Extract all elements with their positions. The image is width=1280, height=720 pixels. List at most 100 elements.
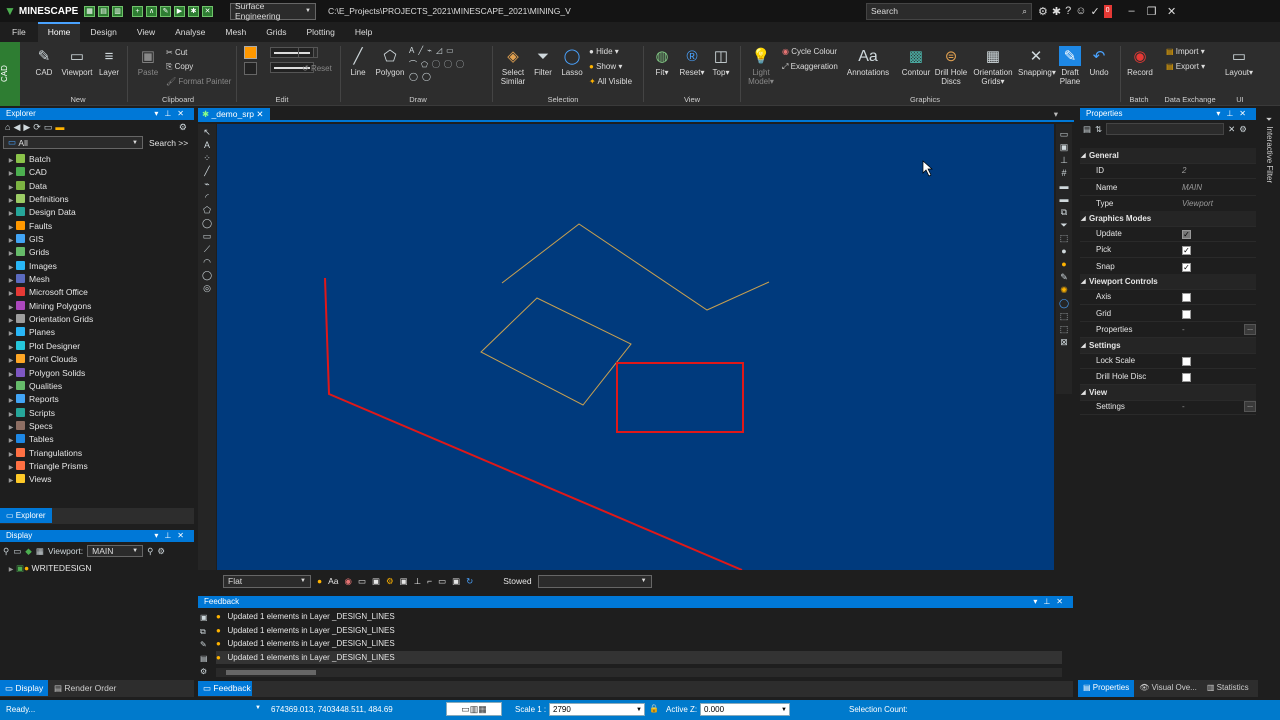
new-icon[interactable]: ▦ xyxy=(84,5,95,17)
text-icon[interactable]: A xyxy=(200,139,214,152)
gear-icon[interactable]: ⚙ xyxy=(1239,124,1247,135)
line-button[interactable]: ╱ Line xyxy=(346,46,370,78)
orange-sphere-icon[interactable]: ● xyxy=(1057,258,1071,271)
snapping-button[interactable]: ✕ Snapping▾ xyxy=(1018,46,1056,78)
pattern-select[interactable] xyxy=(298,47,318,58)
explorer-search-link[interactable]: Search >> xyxy=(149,138,188,148)
feedback-hscrollbar[interactable] xyxy=(216,668,1062,677)
grid-checkbox[interactable] xyxy=(1182,310,1191,319)
select-view-icon[interactable]: ⬚ xyxy=(1057,232,1071,245)
cad-button[interactable]: ✎ CAD xyxy=(30,46,58,78)
reset-view-button[interactable]: ® Reset▾ xyxy=(678,46,706,78)
layout-view-toggle[interactable]: ▭▥▦ xyxy=(446,702,502,716)
dropdown-icon[interactable]: ▾ xyxy=(1033,597,1043,606)
corner-icon[interactable]: ⌐ xyxy=(427,576,432,586)
pin-icon[interactable]: ⊥ xyxy=(1043,597,1056,606)
save-icon[interactable]: ▥ xyxy=(112,5,123,17)
copy-view-icon[interactable]: ⧉ xyxy=(1057,206,1071,219)
explorer-item-grids[interactable]: ▶ Grids xyxy=(6,246,194,259)
explorer-filter-select[interactable]: ▭ All ▼ xyxy=(3,136,143,149)
fill-swatch[interactable] xyxy=(244,62,257,75)
axis-icon[interactable]: ⊥ xyxy=(1057,154,1071,167)
annotations-button[interactable]: Aa Annotations xyxy=(845,46,891,77)
pointer-icon[interactable]: ↖ xyxy=(200,126,214,139)
gear-icon[interactable]: ⚙ xyxy=(179,122,190,133)
copy-button[interactable]: ⎘ Copy xyxy=(166,62,193,72)
show-button[interactable]: ● Show ▾ xyxy=(589,62,622,71)
layer-button[interactable]: ≡ Layer xyxy=(96,46,122,78)
fit-button[interactable]: ◍ Fit▾ xyxy=(649,46,675,78)
screen-edit-icon[interactable]: ▣ xyxy=(1057,141,1071,154)
close-icon[interactable]: ✕ xyxy=(1239,109,1252,118)
add-icon[interactable]: + xyxy=(132,5,143,17)
filter-button[interactable]: ⏷ Filter xyxy=(530,46,556,78)
menu-help[interactable]: Help xyxy=(345,22,382,42)
explorer-item-mesh[interactable]: ▶ Mesh xyxy=(6,273,194,286)
viewport-canvas[interactable] xyxy=(217,124,1054,570)
all-visible-button[interactable]: ✦ All Visible xyxy=(589,77,632,86)
colour-icon[interactable]: ◉ xyxy=(345,576,352,587)
copy-log-icon[interactable]: ⧉ xyxy=(200,625,212,639)
explorer-item-plot-designer[interactable]: ▶ Plot Designer xyxy=(6,340,194,353)
document-tab[interactable]: ✱ _demo_srp ✕ xyxy=(198,108,270,120)
explorer-item-orientation-grids[interactable]: ▶ Orientation Grids xyxy=(6,313,194,326)
feedback-tab[interactable]: ▭ Feedback xyxy=(198,681,252,696)
tools-icon[interactable]: ✱ xyxy=(188,5,199,17)
ellipse-icon[interactable]: ◯ xyxy=(200,269,214,282)
notification-badge[interactable]: 0 xyxy=(1103,4,1112,18)
drill-hole-disc-checkbox[interactable] xyxy=(1182,373,1191,382)
properties-search-input[interactable] xyxy=(1106,123,1225,135)
person-icon[interactable]: ⚲ xyxy=(3,546,9,557)
explorer-item-views[interactable]: ▶ Views xyxy=(6,473,194,486)
minimize-icon[interactable]: – xyxy=(1122,5,1142,18)
layout-button[interactable]: ▭ Layout▾ xyxy=(1224,46,1254,78)
reset-edit-button[interactable]: ↺ Reset xyxy=(302,64,332,73)
undo-button[interactable]: ↶ Undo xyxy=(1086,46,1112,78)
sphere-icon[interactable]: ● xyxy=(1057,245,1071,258)
explorer-tab[interactable]: ▭ Explorer xyxy=(0,508,52,523)
prop-category-graphics-modes[interactable]: ◢ Graphics Modes xyxy=(1080,211,1256,227)
workspace-select[interactable]: Surface Engineering ▼ xyxy=(230,1,316,21)
search-input[interactable]: Search ⌕ xyxy=(866,2,1032,20)
close-icon[interactable]: ✕ xyxy=(1056,597,1069,606)
explorer-item-faults[interactable]: ▶ Faults xyxy=(6,220,194,233)
explorer-item-reports[interactable]: ▶ Reports xyxy=(6,393,194,406)
scroll-thumb[interactable] xyxy=(226,670,316,675)
pentagon-icon[interactable]: ⬠ xyxy=(200,204,214,217)
frame2-icon[interactable]: ▣ xyxy=(400,576,408,587)
explorer-item-qualities[interactable]: ▶ Qualities xyxy=(6,380,194,393)
lasso-button[interactable]: ◯ Lasso xyxy=(558,46,586,78)
help-icon[interactable]: ? xyxy=(1065,5,1071,18)
menu-home[interactable]: Home xyxy=(37,22,81,42)
user-icon[interactable]: ☺ xyxy=(1075,5,1086,18)
brush-icon[interactable]: ✎ xyxy=(1057,271,1071,284)
layer-icon[interactable]: ◆ xyxy=(25,546,32,557)
properties-ellipsis-button[interactable]: ... xyxy=(1244,324,1256,335)
polygon-button[interactable]: ⬠ Polygon xyxy=(373,46,407,78)
menu-plotting[interactable]: Plotting xyxy=(297,22,345,42)
settings-ellipsis-button[interactable]: ... xyxy=(1244,401,1256,412)
screen-icon[interactable]: ▭ xyxy=(1057,128,1071,141)
panel2-icon[interactable]: ▬ xyxy=(1057,193,1071,206)
format-painter-button[interactable]: 🖌 Format Painter xyxy=(166,77,231,86)
prop-category-settings[interactable]: ◢ Settings xyxy=(1080,338,1256,354)
snap-checkbox[interactable]: ✓ xyxy=(1182,263,1191,272)
axis-checkbox[interactable] xyxy=(1182,293,1191,302)
dropdown-icon[interactable]: ▾ xyxy=(154,531,164,540)
explorer-item-definitions[interactable]: ▶ Definitions xyxy=(6,193,194,206)
menu-design[interactable]: Design xyxy=(80,22,126,42)
paste-button[interactable]: ▣ Paste xyxy=(134,46,162,78)
light-model-button[interactable]: 💡 Light Model▾ xyxy=(746,46,776,87)
hide-button[interactable]: ● Hide ▾ xyxy=(589,47,619,56)
explorer-item-point-clouds[interactable]: ▶ Point Clouds xyxy=(6,353,194,366)
panel-icon[interactable]: ▬ xyxy=(1057,180,1071,193)
grid-icon[interactable]: ▦ xyxy=(36,546,44,557)
display-viewport-select[interactable]: MAIN ▼ xyxy=(87,545,144,557)
explorer-item-images[interactable]: ▶ Images xyxy=(6,260,194,273)
shading-mode-select[interactable]: Flat ▼ xyxy=(223,574,311,588)
explorer-item-data[interactable]: ▶ Data xyxy=(6,180,194,193)
close-icon[interactable]: ✕ xyxy=(1162,5,1182,18)
gear-icon[interactable]: ⚙ xyxy=(1038,5,1048,18)
design-polyline-red[interactable] xyxy=(324,277,743,570)
maximize-icon[interactable]: ❐ xyxy=(1142,5,1162,18)
